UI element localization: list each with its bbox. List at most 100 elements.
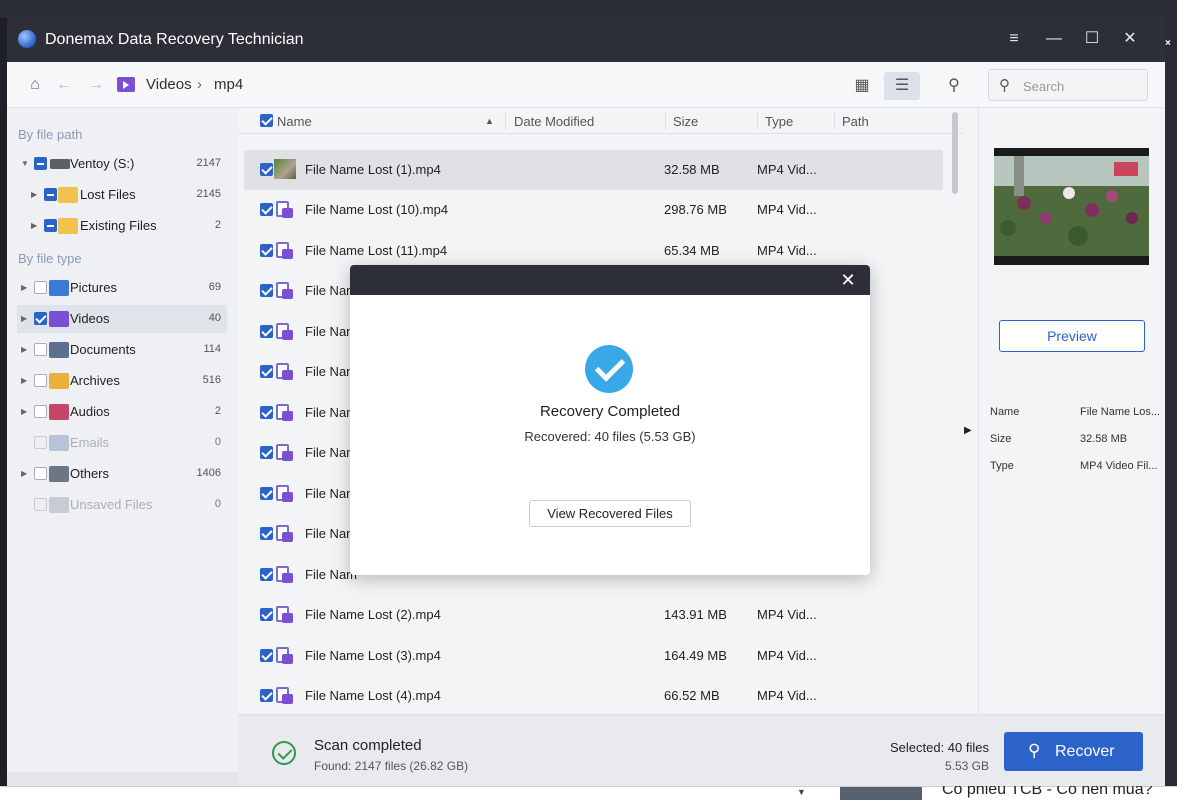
search-input[interactable] <box>1023 76 1141 96</box>
row-checkbox[interactable] <box>260 446 273 459</box>
recovery-completed-dialog: ✕ Recovery Completed Recovered: 40 files… <box>350 265 870 575</box>
tree-item-videos[interactable]: ▶ Videos 40 <box>17 305 227 333</box>
tree-label: Archives <box>70 373 120 388</box>
minimize-button[interactable]: — <box>1040 26 1068 52</box>
vertical-scrollbar[interactable] <box>952 112 958 194</box>
view-recovered-files-button[interactable]: View Recovered Files <box>529 500 691 527</box>
collapse-panel-icon[interactable]: ▶ <box>964 425 972 436</box>
column-path[interactable]: Path <box>842 114 869 129</box>
checkbox[interactable] <box>34 374 47 387</box>
menu-icon[interactable]: ≡ <box>1000 26 1028 52</box>
column-type[interactable]: Type <box>765 114 793 129</box>
back-arrow-icon[interactable]: ← <box>52 74 76 96</box>
preview-button[interactable]: Preview <box>999 320 1145 352</box>
preview-panel: ▶ Preview Name File Name Los... Size 32.… <box>964 108 1165 714</box>
tree-item-documents[interactable]: ▶ Documents 114 <box>7 336 227 364</box>
row-checkbox[interactable] <box>260 203 273 216</box>
expand-arrow-icon[interactable]: ▶ <box>21 345 27 354</box>
tree-item-archives[interactable]: ▶ Archives 516 <box>7 367 227 395</box>
row-checkbox[interactable] <box>260 689 273 702</box>
video-file-icon <box>276 647 294 665</box>
by-file-path-heading: By file path <box>18 127 83 142</box>
row-checkbox[interactable] <box>260 244 273 257</box>
expand-arrow-icon[interactable]: ▶ <box>21 376 27 385</box>
row-checkbox[interactable] <box>260 608 273 621</box>
table-row[interactable]: File Name Lost (2).mp4 143.91 MB MP4 Vid… <box>244 595 943 635</box>
maximize-button[interactable]: ☐ <box>1078 26 1106 52</box>
archives-icon <box>49 373 69 389</box>
grid-view-icon[interactable]: ▦ <box>844 72 880 100</box>
checkbox[interactable] <box>44 219 57 232</box>
row-checkbox[interactable] <box>260 527 273 540</box>
row-checkbox[interactable] <box>260 487 273 500</box>
collapse-arrow-icon[interactable]: ▼ <box>21 159 29 168</box>
expand-arrow-icon[interactable]: ▶ <box>21 283 27 292</box>
prop-size-value: 32.58 MB <box>1080 433 1128 445</box>
row-checkbox[interactable] <box>260 163 273 176</box>
tree-item-drive[interactable]: ▼ Ventoy (S:) 2147 <box>7 150 227 178</box>
table-row[interactable]: File Name Lost (10).mp4 298.76 MB MP4 Vi… <box>244 190 943 230</box>
row-checkbox[interactable] <box>260 568 273 581</box>
expand-arrow-icon[interactable]: ▶ <box>21 407 27 416</box>
column-date-modified[interactable]: Date Modified <box>514 114 594 129</box>
video-file-icon <box>276 363 294 381</box>
file-size: 66.52 MB <box>664 688 720 703</box>
preview-image <box>994 148 1149 265</box>
list-view-icon[interactable]: ☰ <box>884 72 920 100</box>
table-row[interactable]: File Name Lost (1).mp4 32.58 MB MP4 Vid.… <box>244 150 943 190</box>
tree-item-lost-files[interactable]: ▶ Lost Files 2145 <box>7 181 227 209</box>
tree-item-others[interactable]: ▶ Others 1406 <box>7 460 227 488</box>
breadcrumb-mp4[interactable]: mp4 <box>214 76 243 93</box>
checkbox <box>34 498 47 511</box>
row-checkbox[interactable] <box>260 365 273 378</box>
by-file-type-heading: By file type <box>18 251 82 266</box>
table-row[interactable]: File Name Lost (4).mp4 66.52 MB MP4 Vid.… <box>244 676 943 714</box>
tree-count: 2 <box>214 219 221 231</box>
checkbox[interactable] <box>34 343 47 356</box>
column-size[interactable]: Size <box>673 114 698 129</box>
tree-item-existing-files[interactable]: ▶ Existing Files 2 <box>7 212 227 240</box>
expand-arrow-icon[interactable]: ▶ <box>21 469 27 478</box>
file-name: File Name Lost (10).mp4 <box>305 202 449 217</box>
tree-count: 0 <box>214 436 221 448</box>
close-button[interactable]: ✕ <box>1116 26 1144 52</box>
checkbox[interactable] <box>44 188 57 201</box>
dialog-close-icon[interactable]: ✕ <box>836 268 860 292</box>
tree-label: Documents <box>70 342 136 357</box>
checkbox[interactable] <box>34 405 47 418</box>
file-size: 143.91 MB <box>664 607 727 622</box>
file-name: File Name Lost (2).mp4 <box>305 607 441 622</box>
checkbox[interactable] <box>34 157 47 170</box>
sort-asc-icon[interactable]: ▲ <box>485 116 494 126</box>
breadcrumb-videos[interactable]: Videos <box>146 76 192 93</box>
expand-arrow-icon[interactable]: ▶ <box>31 190 37 199</box>
checkbox[interactable] <box>34 312 47 325</box>
table-row[interactable]: File Name Lost (3).mp4 164.49 MB MP4 Vid… <box>244 636 943 676</box>
row-checkbox[interactable] <box>260 649 273 662</box>
expand-arrow-icon[interactable]: ▶ <box>31 221 37 230</box>
tree-item-emails: Emails 0 <box>7 429 227 457</box>
recover-button[interactable]: ⚲ Recover <box>1004 732 1143 771</box>
tree-label: Ventoy (S:) <box>70 156 135 171</box>
tree-item-pictures[interactable]: ▶ Pictures 69 <box>7 274 227 302</box>
row-checkbox[interactable] <box>260 284 273 297</box>
row-checkbox[interactable] <box>260 406 273 419</box>
filter-icon[interactable]: ⚲ <box>936 72 972 100</box>
prop-name-value: File Name Los... <box>1080 406 1161 418</box>
pictures-icon <box>49 280 69 296</box>
checkbox[interactable] <box>34 467 47 480</box>
column-name[interactable]: Name <box>277 114 312 129</box>
select-all-checkbox[interactable] <box>260 114 273 127</box>
tree-label: Others <box>70 466 110 481</box>
video-file-icon <box>276 201 294 219</box>
tree-item-audios[interactable]: ▶ Audios 2 <box>7 398 227 426</box>
scan-found-count: Found: 2147 files (26.82 GB) <box>314 759 469 773</box>
expand-arrow-icon[interactable]: ▶ <box>21 314 27 323</box>
checkbox[interactable] <box>34 281 47 294</box>
tree-count: 2147 <box>196 157 221 169</box>
unsaved-files-icon <box>49 497 69 513</box>
home-icon[interactable]: ⌂ <box>23 74 47 96</box>
forward-arrow-icon[interactable]: → <box>84 74 108 96</box>
row-checkbox[interactable] <box>260 325 273 338</box>
video-file-icon <box>276 323 294 341</box>
